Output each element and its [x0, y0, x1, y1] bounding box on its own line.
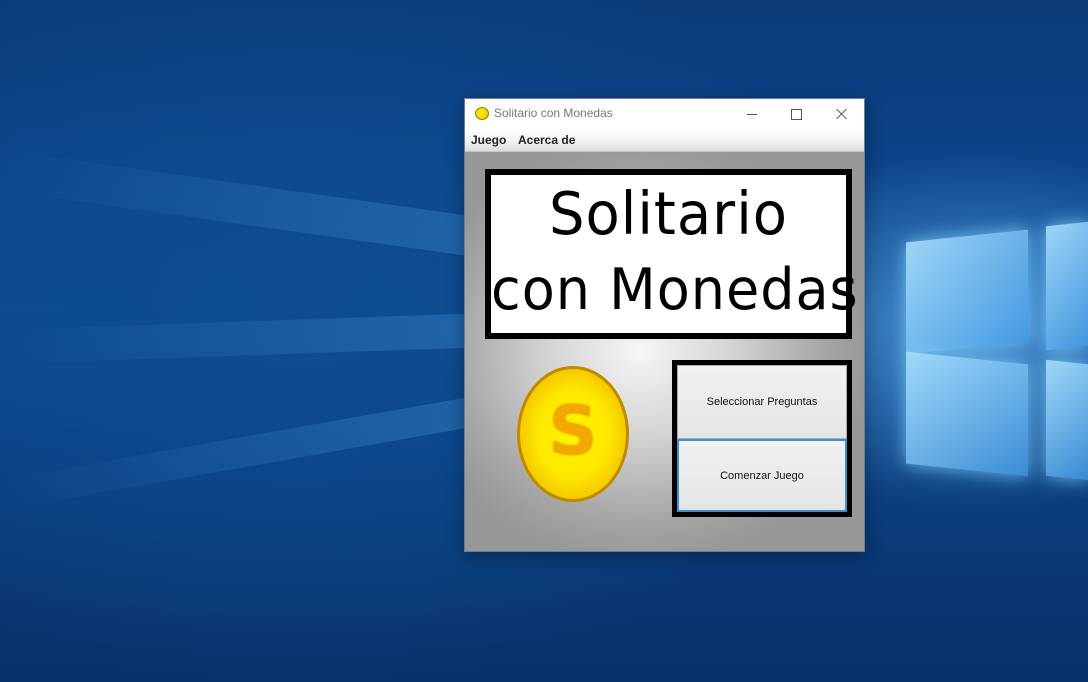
main-panel: Solitario con Monedas S Seleccionar Preg…: [465, 152, 864, 551]
start-game-button[interactable]: Comenzar Juego: [677, 439, 847, 512]
minimize-button[interactable]: [729, 99, 774, 129]
close-button[interactable]: [819, 99, 864, 129]
game-title-banner: Solitario con Monedas: [485, 169, 859, 339]
menu-juego[interactable]: Juego: [471, 133, 506, 147]
coin-letter: S: [548, 392, 598, 471]
close-icon: [836, 108, 848, 120]
app-window: Solitario con Monedas Juego Acerca de So…: [464, 98, 865, 552]
windows-logo-icon: [862, 218, 1088, 481]
maximize-button[interactable]: [774, 99, 819, 129]
maximize-icon: [791, 108, 802, 120]
gold-coin-image: S: [517, 366, 629, 502]
minimize-icon: [746, 113, 757, 115]
banner-line-2: con Monedas: [491, 256, 859, 323]
banner-line-1: Solitario: [548, 180, 789, 249]
button-panel: Seleccionar Preguntas Comenzar Juego: [672, 360, 852, 517]
coin-app-icon: [475, 107, 489, 120]
menu-bar: Juego Acerca de: [465, 129, 864, 152]
window-title: Solitario con Monedas: [494, 106, 613, 120]
select-questions-button[interactable]: Seleccionar Preguntas: [677, 365, 847, 439]
menu-acerca-de[interactable]: Acerca de: [518, 133, 575, 147]
title-bar[interactable]: Solitario con Monedas: [465, 99, 864, 129]
